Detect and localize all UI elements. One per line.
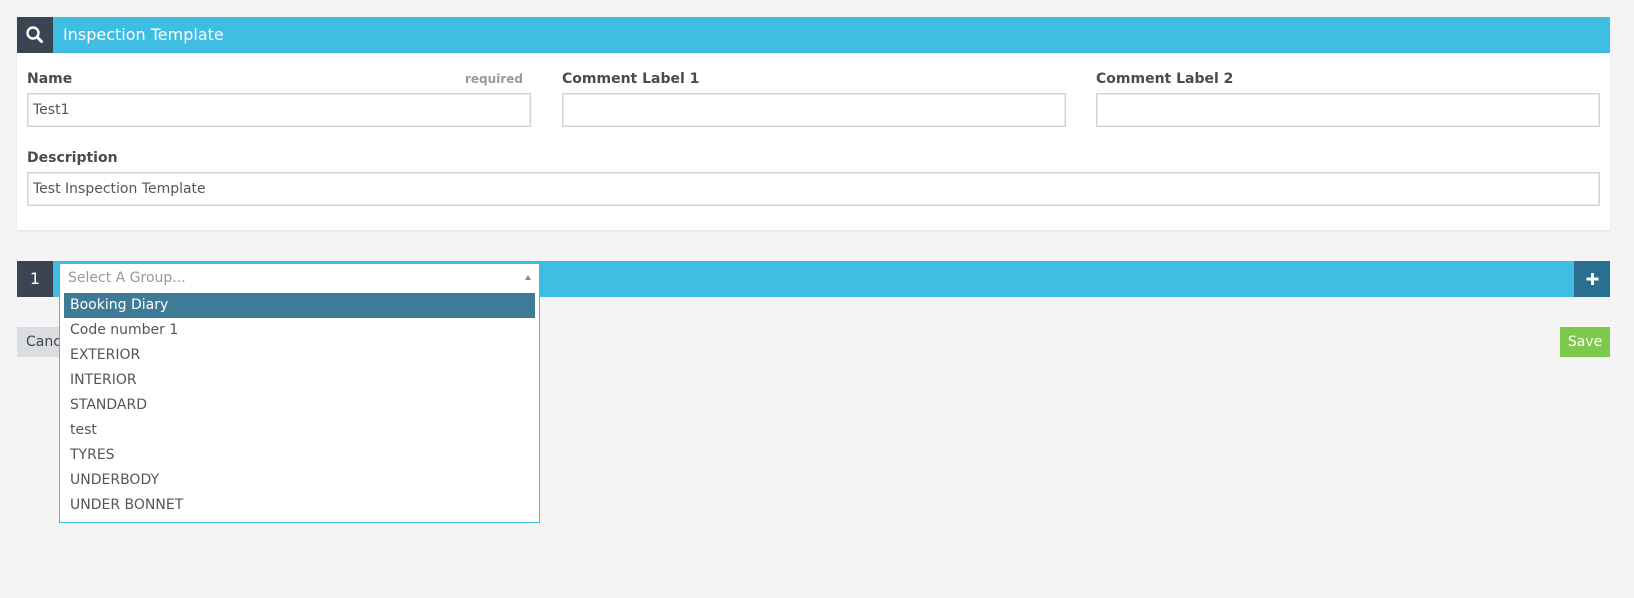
dropdown-option-interior[interactable]: INTERIOR <box>64 368 535 393</box>
dropdown-option-exterior[interactable]: EXTERIOR <box>64 343 535 368</box>
dropdown-option-code-number-1[interactable]: Code number 1 <box>64 318 535 343</box>
dropdown-option-under-bonnet[interactable]: UNDER BONNET <box>64 493 535 518</box>
description-label: Description <box>27 150 118 166</box>
plus-icon <box>1586 273 1599 285</box>
search-button[interactable] <box>17 17 53 53</box>
panel-title: Inspection Template <box>63 25 224 44</box>
name-label: Name <box>27 71 73 87</box>
search-icon <box>26 26 43 43</box>
group-select-placeholder: Select A Group... <box>68 270 186 286</box>
dropdown-option-underbody[interactable]: UNDERBODY <box>64 468 535 493</box>
inspection-template-panel: Inspection Template Name required Commen… <box>17 17 1610 230</box>
add-group-button[interactable] <box>1574 261 1610 297</box>
comment-label-2-label: Comment Label 2 <box>1096 71 1234 87</box>
description-input[interactable] <box>27 172 1600 206</box>
required-note: required <box>465 72 523 86</box>
dropdown-option-test[interactable]: test <box>64 418 535 443</box>
caret-up-icon <box>525 275 531 280</box>
comment-label-1-label: Comment Label 1 <box>562 71 700 87</box>
panel-header: Inspection Template <box>17 17 1610 53</box>
comment-label-1-input[interactable] <box>562 93 1066 127</box>
name-input[interactable] <box>27 93 531 127</box>
dropdown-option-tyres[interactable]: TYRES <box>64 443 535 468</box>
group-select[interactable]: Select A Group... <box>59 263 540 293</box>
group-row-number: 1 <box>17 261 53 297</box>
dropdown-option-standard[interactable]: STANDARD <box>64 393 535 418</box>
dropdown-option-booking-diary[interactable]: Booking Diary <box>64 293 535 318</box>
comment-label-2-input[interactable] <box>1096 93 1600 127</box>
group-dropdown: Booking Diary Code number 1 EXTERIOR INT… <box>59 291 540 523</box>
save-button[interactable]: Save <box>1560 327 1610 357</box>
